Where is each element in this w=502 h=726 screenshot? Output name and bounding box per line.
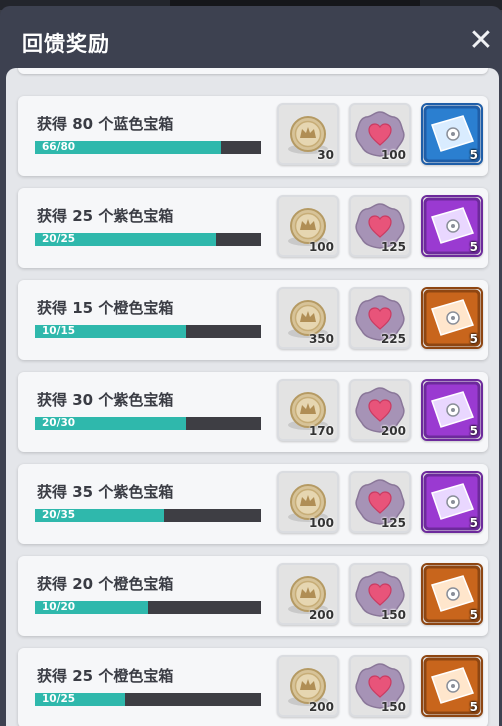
chest-count: 5 (469, 424, 478, 438)
progress-bar: 66/80 (35, 141, 261, 154)
close-icon[interactable]: ✕ (466, 26, 496, 56)
goal-title: 获得 20 个橙色宝箱 (37, 575, 174, 593)
heart-count: 150 (380, 700, 406, 714)
coin-count: 200 (308, 700, 334, 714)
heart-reward-slot[interactable]: 225 (349, 287, 411, 349)
reward-row: 获得 80 个蓝色宝箱 66/80 30 100 5 (18, 96, 488, 176)
coin-count: 170 (308, 424, 334, 438)
progress-label: 20/30 (42, 417, 76, 429)
progress-bar: 20/30 (35, 417, 261, 430)
reward-row: 获得 35 个紫色宝箱 20/35 100 125 5 (18, 464, 488, 544)
coin-reward-slot[interactable]: 350 (277, 287, 339, 349)
progress-label: 20/25 (42, 233, 76, 245)
coin-reward-slot[interactable]: 100 (277, 195, 339, 257)
reward-list[interactable]: 获得 80 个蓝色宝箱 66/80 30 100 5 获得 25 个紫色宝箱 2… (6, 68, 499, 726)
heart-reward-slot[interactable]: 125 (349, 471, 411, 533)
coin-count: 100 (308, 516, 334, 530)
goal-title: 获得 25 个紫色宝箱 (37, 207, 174, 225)
reward-row: 获得 25 个紫色宝箱 20/25 100 125 5 (18, 188, 488, 268)
heart-count: 100 (380, 148, 406, 162)
progress-bar: 10/20 (35, 601, 261, 614)
chest-reward-slot[interactable]: 5 (421, 103, 483, 165)
chest-reward-slot[interactable]: 5 (421, 655, 483, 717)
coin-reward-slot[interactable]: 200 (277, 655, 339, 717)
heart-count: 125 (380, 240, 406, 254)
progress-label: 10/15 (42, 325, 76, 337)
progress-bar: 10/15 (35, 325, 261, 338)
chest-count: 5 (469, 148, 478, 162)
heart-count: 200 (380, 424, 406, 438)
coin-count: 200 (308, 608, 334, 622)
heart-reward-slot[interactable]: 150 (349, 563, 411, 625)
dialog-title: 回馈奖励 (22, 32, 110, 56)
previous-row-edge (18, 68, 488, 74)
coin-reward-slot[interactable]: 100 (277, 471, 339, 533)
reward-row: 获得 30 个紫色宝箱 20/30 170 200 5 (18, 372, 488, 452)
reward-dialog: 回馈奖励 ✕ 获得 80 个蓝色宝箱 66/80 30 100 5 获得 25 … (0, 6, 502, 726)
chest-count: 5 (469, 700, 478, 714)
chest-count: 5 (469, 332, 478, 346)
coin-reward-slot[interactable]: 30 (277, 103, 339, 165)
reward-row: 获得 20 个橙色宝箱 10/20 200 150 5 (18, 556, 488, 636)
goal-title: 获得 15 个橙色宝箱 (37, 299, 174, 317)
progress-bar: 20/35 (35, 509, 261, 522)
chest-reward-slot[interactable]: 5 (421, 471, 483, 533)
chest-count: 5 (469, 608, 478, 622)
chest-reward-slot[interactable]: 5 (421, 379, 483, 441)
reward-row: 获得 25 个橙色宝箱 10/25 200 150 5 (18, 648, 488, 726)
progress-label: 66/80 (42, 141, 76, 153)
goal-title: 获得 35 个紫色宝箱 (37, 483, 174, 501)
heart-reward-slot[interactable]: 150 (349, 655, 411, 717)
goal-title: 获得 25 个橙色宝箱 (37, 667, 174, 685)
goal-title: 获得 30 个紫色宝箱 (37, 391, 174, 409)
chest-reward-slot[interactable]: 5 (421, 287, 483, 349)
reward-row: 获得 15 个橙色宝箱 10/15 350 225 5 (18, 280, 488, 360)
coin-count: 30 (317, 148, 334, 162)
progress-bar: 20/25 (35, 233, 261, 246)
chest-reward-slot[interactable]: 5 (421, 563, 483, 625)
progress-label: 20/35 (42, 509, 76, 521)
heart-count: 225 (380, 332, 406, 346)
progress-label: 10/25 (42, 693, 76, 705)
coin-reward-slot[interactable]: 170 (277, 379, 339, 441)
heart-count: 150 (380, 608, 406, 622)
progress-bar: 10/25 (35, 693, 261, 706)
chest-reward-slot[interactable]: 5 (421, 195, 483, 257)
chest-count: 5 (469, 516, 478, 530)
coin-reward-slot[interactable]: 200 (277, 563, 339, 625)
heart-reward-slot[interactable]: 125 (349, 195, 411, 257)
heart-reward-slot[interactable]: 100 (349, 103, 411, 165)
goal-title: 获得 80 个蓝色宝箱 (37, 115, 174, 133)
progress-label: 10/20 (42, 601, 76, 613)
heart-count: 125 (380, 516, 406, 530)
chest-count: 5 (469, 240, 478, 254)
coin-count: 100 (308, 240, 334, 254)
coin-count: 350 (308, 332, 334, 346)
heart-reward-slot[interactable]: 200 (349, 379, 411, 441)
